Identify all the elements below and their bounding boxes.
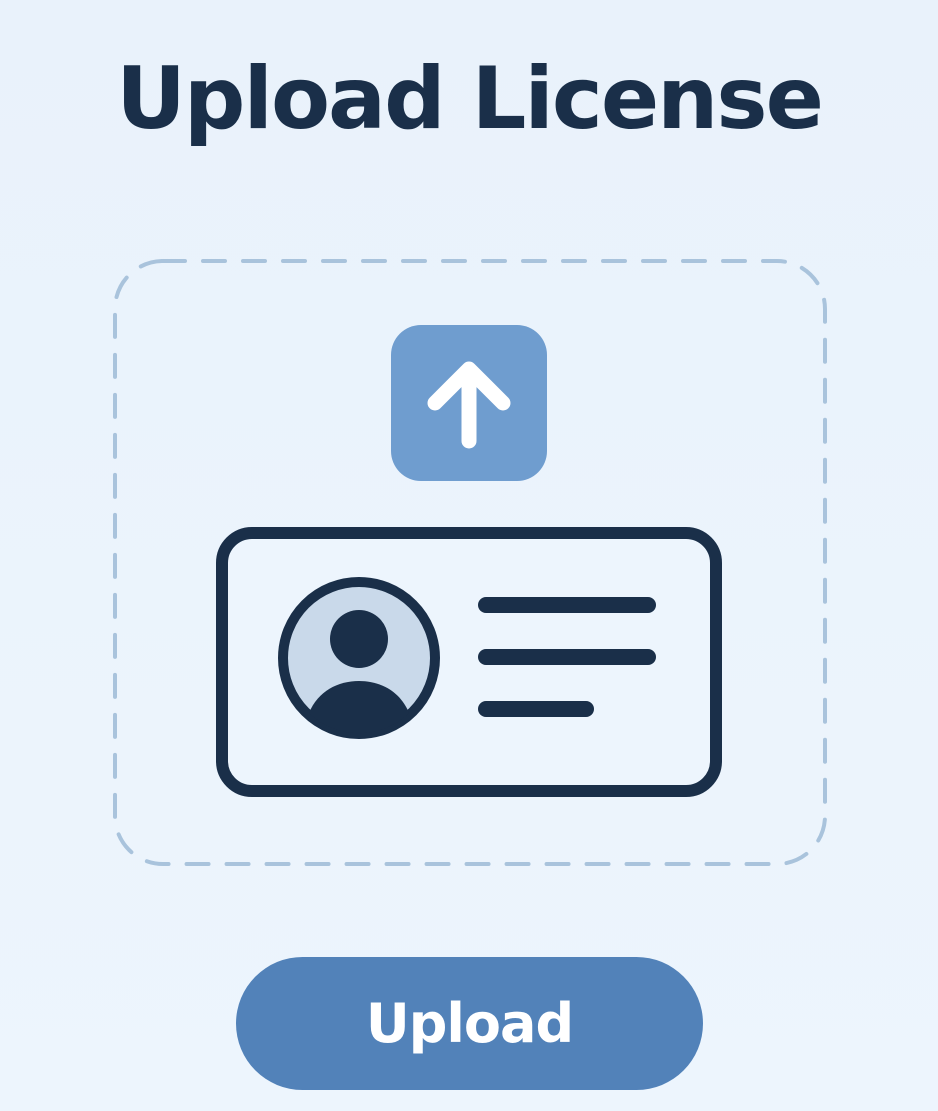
arrow-up-icon: [427, 361, 511, 449]
page-title: Upload License: [116, 49, 824, 149]
id-card-icon: [216, 527, 722, 797]
upload-button[interactable]: Upload: [236, 957, 703, 1090]
avatar-icon: [278, 577, 440, 739]
upload-icon-tile[interactable]: [391, 325, 547, 481]
